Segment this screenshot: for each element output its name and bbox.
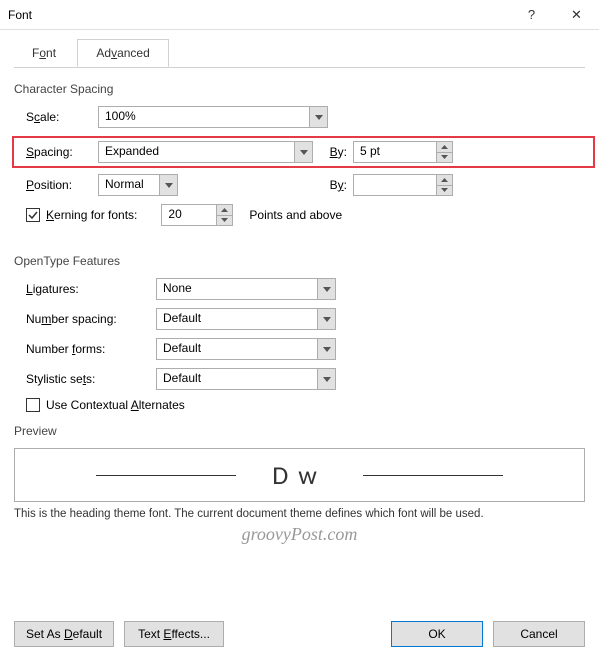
spinner-arrows [216,205,232,225]
scale-value: 100% [99,107,309,127]
preview-box: Dw [14,448,585,502]
spacing-by-label: By: [319,145,347,159]
tab-advanced[interactable]: Advanced [77,39,168,67]
position-by-spinner[interactable] [353,174,453,196]
spacing-label: Spacing: [26,145,92,159]
tab-advanced-label: Advanced [96,46,149,60]
set-as-default-button[interactable]: Set As Default [14,621,114,647]
ligatures-value: None [157,279,317,299]
kerning-row: Kerning for fonts: 20 Points and above [14,204,585,226]
cancel-button[interactable]: Cancel [493,621,585,647]
kerning-spinner[interactable]: 20 [161,204,233,226]
spacing-dropdown[interactable]: Expanded [98,141,313,163]
number-forms-row: Number forms: Default [14,338,585,360]
number-spacing-dropdown[interactable]: Default [156,308,336,330]
dialog-content: Font Advanced Character Spacing Scale: 1… [0,30,599,553]
number-spacing-row: Number spacing: Default [14,308,585,330]
chevron-down-icon [317,339,335,359]
window-title: Font [8,8,509,22]
close-button[interactable]: ✕ [554,0,599,30]
scale-label: Scale: [26,110,92,124]
character-spacing-group-label: Character Spacing [14,82,585,96]
text-effects-button[interactable]: Text Effects... [124,621,224,647]
arrow-up-icon[interactable] [437,142,452,153]
help-button[interactable]: ? [509,0,554,30]
chevron-down-icon [294,142,312,162]
preview-sample-text: Dw [272,459,327,491]
titlebar: Font ? ✕ [0,0,599,30]
spacing-by-spinner[interactable]: 5 pt [353,141,453,163]
number-spacing-value: Default [157,309,317,329]
preview-line-right [363,475,503,476]
arrow-up-icon[interactable] [217,205,232,216]
scale-dropdown[interactable]: 100% [98,106,328,128]
arrow-up-icon[interactable] [437,175,452,186]
points-above-label: Points and above [249,208,342,222]
watermark: groovyPost.com [14,524,585,545]
contextual-alternates-checkbox[interactable]: Use Contextual Alternates [26,398,185,412]
tab-strip: Font Advanced [14,38,585,68]
position-row: Position: Normal By: [14,174,585,196]
kerning-checkbox[interactable]: Kerning for fonts: [26,208,137,222]
position-value: Normal [99,175,159,195]
position-dropdown[interactable]: Normal [98,174,178,196]
opentype-group-label: OpenType Features [14,254,585,268]
spacing-by-value: 5 pt [354,142,436,162]
ligatures-label: Ligatures: [26,282,150,296]
scale-row: Scale: 100% [14,106,585,128]
chevron-down-icon [159,175,177,195]
stylistic-sets-dropdown[interactable]: Default [156,368,336,390]
dialog-footer: Set As Default Text Effects... OK Cancel [14,621,585,647]
number-forms-label: Number forms: [26,342,150,356]
checkbox-empty-icon [26,398,40,412]
stylistic-sets-label: Stylistic sets: [26,372,150,386]
contextual-alternates-row: Use Contextual Alternates [14,398,585,412]
ok-button[interactable]: OK [391,621,483,647]
kerning-value: 20 [162,205,216,225]
chevron-down-icon [309,107,327,127]
kerning-label: Kerning for fonts: [46,208,137,222]
tab-font[interactable]: Font [14,40,74,66]
stylistic-sets-value: Default [157,369,317,389]
chevron-down-icon [317,279,335,299]
checkmark-icon [26,208,40,222]
chevron-down-icon [317,369,335,389]
spacing-value: Expanded [99,142,294,162]
arrow-down-icon[interactable] [437,186,452,196]
chevron-down-icon [317,309,335,329]
spacing-row: Spacing: Expanded By: 5 pt [12,136,595,168]
tab-font-label: Font [32,46,56,60]
contextual-alternates-label: Use Contextual Alternates [46,398,185,412]
stylistic-sets-row: Stylistic sets: Default [14,368,585,390]
arrow-down-icon[interactable] [437,153,452,163]
position-by-value [354,175,436,195]
preview-line-left [96,475,236,476]
position-by-label: By: [184,178,347,192]
preview-note: This is the heading theme font. The curr… [14,508,585,520]
ligatures-dropdown[interactable]: None [156,278,336,300]
number-forms-dropdown[interactable]: Default [156,338,336,360]
number-spacing-label: Number spacing: [26,312,150,326]
position-label: Position: [26,178,92,192]
spinner-arrows [436,142,452,162]
preview-label: Preview [14,424,585,438]
number-forms-value: Default [157,339,317,359]
spinner-arrows [436,175,452,195]
arrow-down-icon[interactable] [217,216,232,226]
ligatures-row: Ligatures: None [14,278,585,300]
